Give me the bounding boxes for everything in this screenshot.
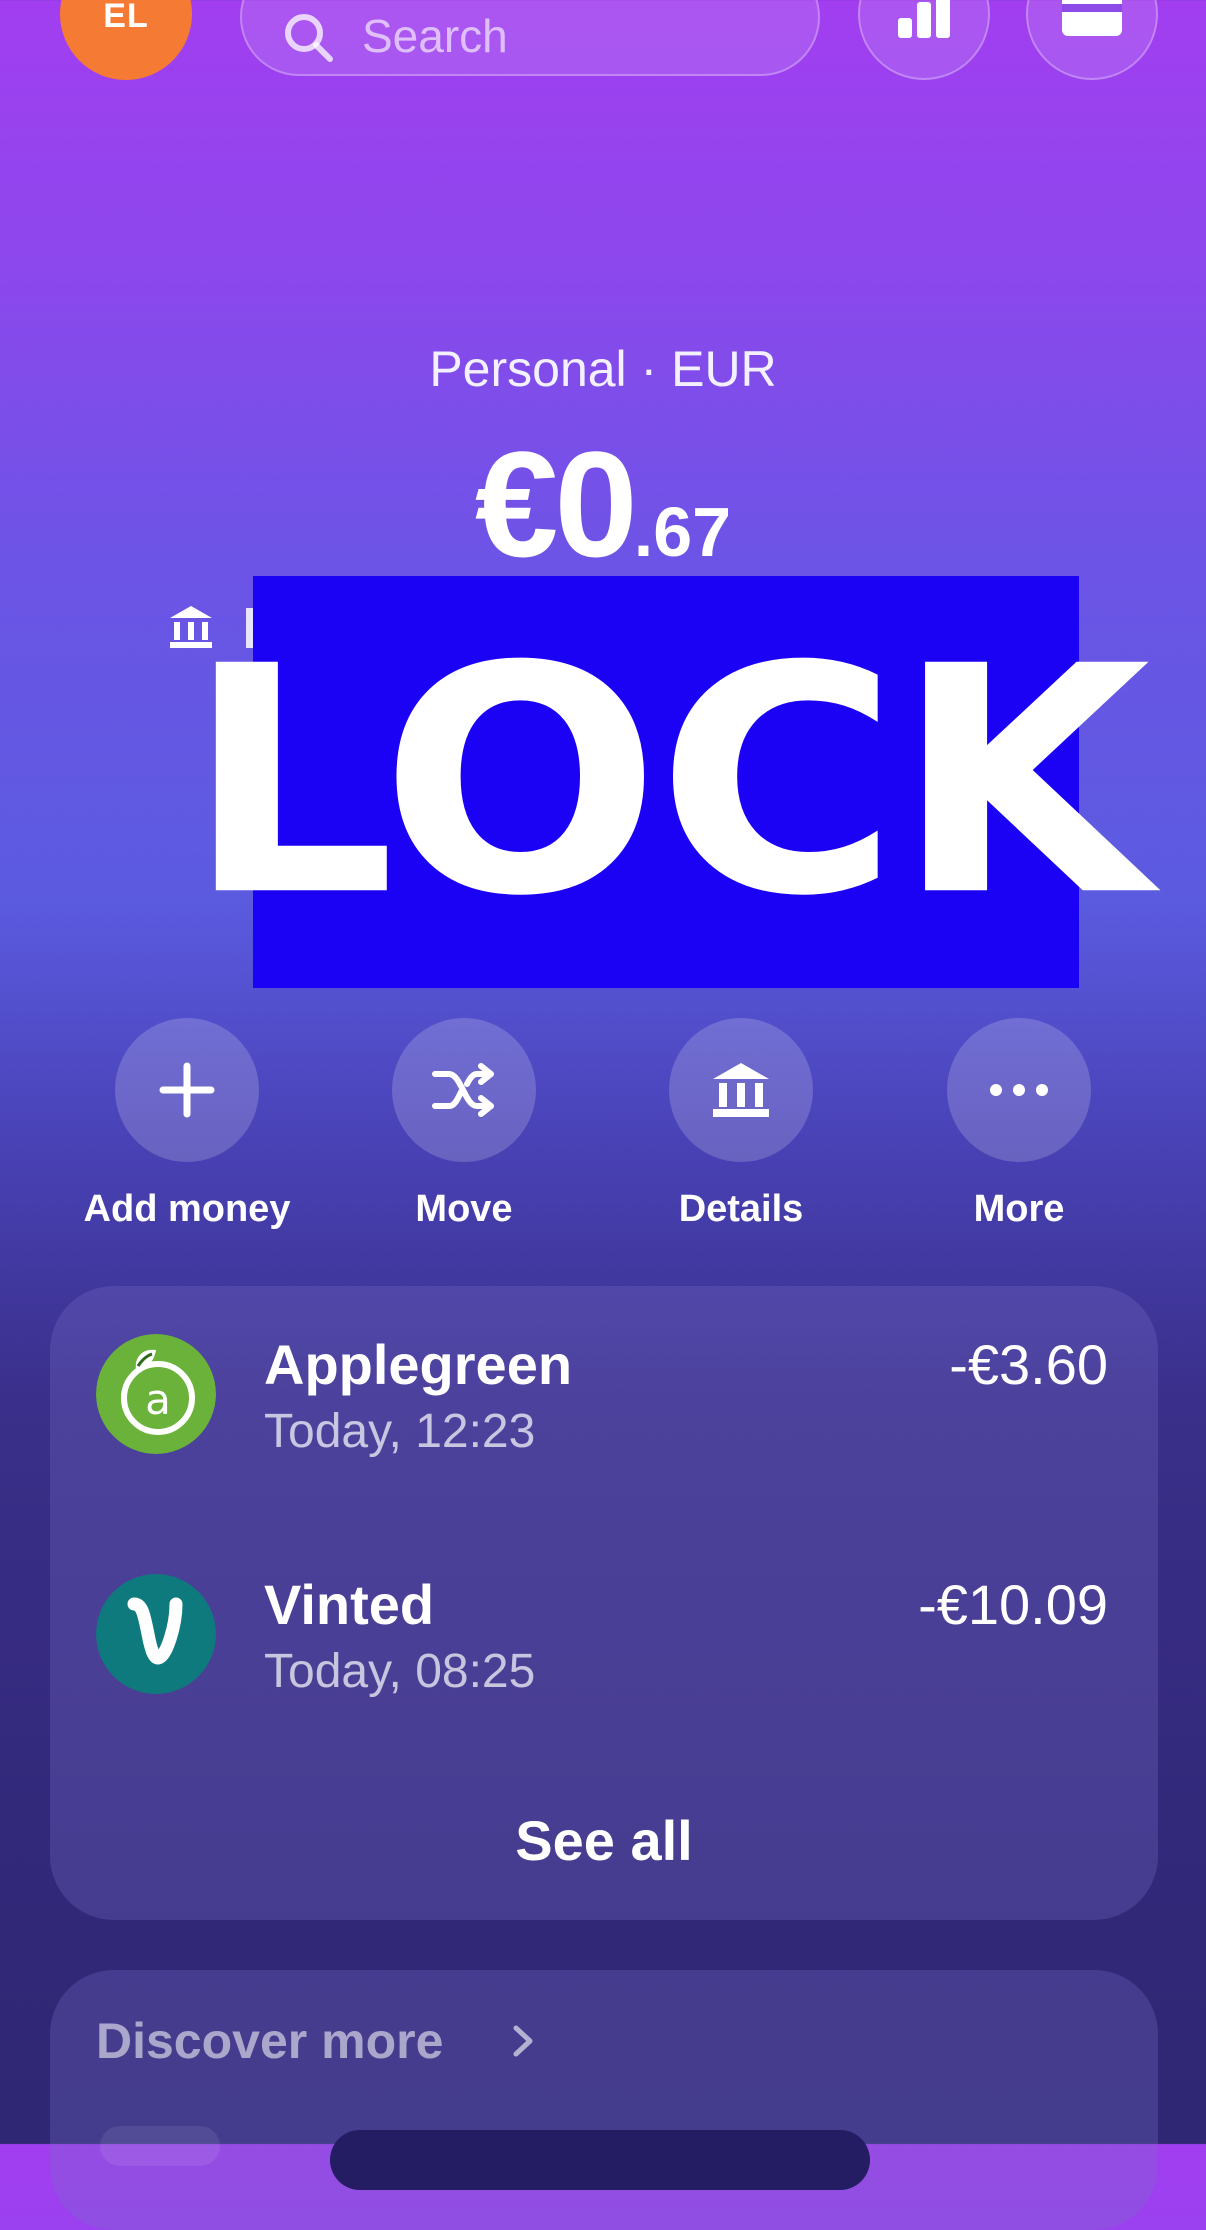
plus-icon xyxy=(159,1062,215,1118)
discover-item-pill[interactable] xyxy=(330,2130,870,2190)
discover-more-title[interactable]: Discover more xyxy=(96,2012,443,2070)
merchant-name: Applegreen xyxy=(264,1333,573,1396)
details-button[interactable]: Details xyxy=(631,1018,851,1231)
move-button[interactable]: Move xyxy=(354,1018,574,1231)
discover-item-placeholder xyxy=(100,2126,220,2166)
avatar-initials: EL xyxy=(103,0,149,35)
svg-text:a: a xyxy=(145,1375,171,1424)
transaction-row[interactable]: a Applegreen Today, 12:23 -€3.60 xyxy=(96,1333,1108,1458)
transaction-row[interactable]: Vinted Today, 08:25 -€10.09 xyxy=(96,1573,1108,1698)
transaction-time: Today, 12:23 xyxy=(264,1405,536,1458)
bar-chart-icon xyxy=(898,0,950,38)
details-circle[interactable] xyxy=(669,1018,813,1162)
search-placeholder: Search xyxy=(362,10,508,62)
balance-main: €0 xyxy=(474,420,638,588)
transaction-amount: -€3.60 xyxy=(949,1333,1108,1396)
bank-icon xyxy=(713,1063,769,1117)
avatar[interactable]: EL xyxy=(60,0,192,80)
details-label: Details xyxy=(678,1188,804,1230)
lock-overlay-text: LOCK xyxy=(185,599,1151,965)
analytics-button[interactable] xyxy=(858,0,990,80)
see-all-button[interactable]: See all xyxy=(50,1808,1158,1873)
balance-cents: .67 xyxy=(633,493,732,571)
more-label: More xyxy=(973,1188,1065,1230)
transaction-amount: -€10.09 xyxy=(918,1573,1108,1636)
lock-overlay: LOCK xyxy=(186,576,1150,988)
balance: €0.67 xyxy=(0,418,1206,591)
search-bar[interactable]: Search xyxy=(240,0,820,76)
chevron-right-icon[interactable] xyxy=(508,2024,538,2058)
more-dots-icon xyxy=(990,1084,1048,1096)
search-icon xyxy=(285,14,333,62)
move-circle[interactable] xyxy=(392,1018,536,1162)
more-circle[interactable] xyxy=(947,1018,1091,1162)
more-button[interactable]: More xyxy=(909,1018,1129,1231)
applegreen-logo: a xyxy=(96,1334,216,1454)
add-money-circle[interactable] xyxy=(115,1018,259,1162)
discover-card xyxy=(50,1970,1158,2230)
card-icon xyxy=(1062,0,1122,36)
merchant-name: Vinted xyxy=(264,1573,435,1636)
shuffle-icon xyxy=(432,1063,494,1117)
account-label[interactable]: Personal · EUR xyxy=(0,340,1206,398)
cards-button[interactable] xyxy=(1026,0,1158,80)
transaction-time: Today, 08:25 xyxy=(264,1645,536,1698)
move-label: Move xyxy=(415,1188,513,1230)
add-money-label: Add money xyxy=(83,1188,291,1230)
vinted-logo xyxy=(96,1574,216,1694)
add-money-button[interactable]: Add money xyxy=(77,1018,297,1231)
